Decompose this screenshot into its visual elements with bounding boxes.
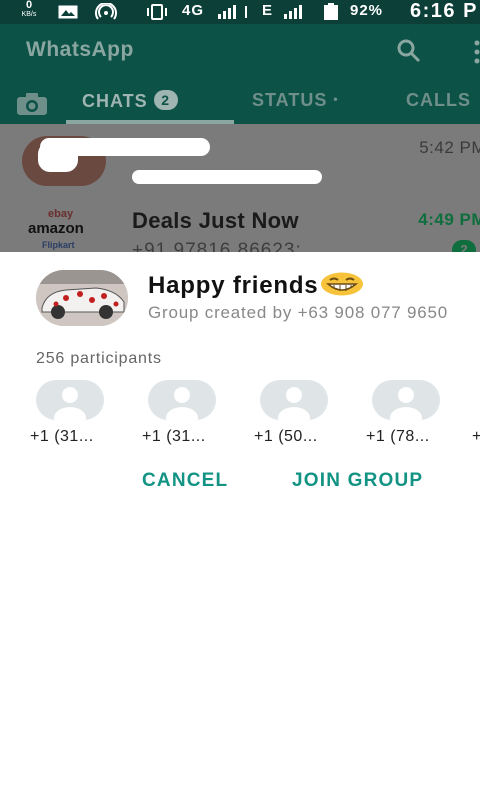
chat-row[interactable]: 5:42 PM bbox=[0, 124, 480, 196]
grinning-face-icon bbox=[321, 272, 364, 296]
network-speed-value: 0 bbox=[25, 0, 33, 11]
deals-logo: ebay amazon Flipkart bbox=[24, 208, 108, 252]
join-group-button[interactable]: JOIN GROUP bbox=[292, 470, 423, 492]
chat-time: 5:42 PM bbox=[419, 138, 480, 157]
logo-line-flipkart: Flipkart bbox=[42, 240, 75, 250]
search-icon[interactable] bbox=[396, 38, 422, 64]
cancel-button[interactable]: CANCEL bbox=[142, 470, 228, 492]
network-speed-unit: KB/s bbox=[21, 11, 37, 18]
logo-line-amazon: amazon bbox=[28, 220, 84, 237]
tab-status[interactable]: STATUS • bbox=[252, 90, 339, 111]
join-group-dialog: Happy friends Group created by +63 908 0… bbox=[0, 252, 480, 800]
car-photo-icon bbox=[36, 270, 128, 326]
participant-count: 256 participants bbox=[36, 350, 162, 367]
battery-percent: 92% bbox=[350, 2, 384, 19]
image-notification-icon bbox=[58, 5, 78, 19]
signal-strength-2-icon bbox=[284, 5, 302, 19]
logo-line-ebay: ebay bbox=[48, 208, 74, 220]
tab-calls-label: CALLS bbox=[406, 90, 471, 110]
participant-number: +1 (50... bbox=[254, 428, 318, 445]
network-speed: 0 KB/s bbox=[14, 0, 44, 19]
participant-number: +1 (78... bbox=[366, 428, 430, 445]
participant-number: +1 (31... bbox=[30, 428, 94, 445]
group-creator: Group created by +63 908 077 9650 bbox=[148, 303, 449, 322]
secondary-network-type: E bbox=[262, 2, 274, 19]
group-name-text: Happy friends bbox=[148, 272, 319, 299]
default-avatar-icon bbox=[36, 380, 104, 420]
chat-name: Deals Just Now bbox=[132, 208, 299, 233]
participant-number-overflow: + bbox=[472, 428, 480, 445]
chats-unread-badge: 2 bbox=[153, 90, 178, 110]
default-avatar-icon bbox=[148, 380, 216, 420]
network-type: 4G bbox=[182, 2, 205, 19]
app-title: WhatsApp bbox=[26, 38, 134, 61]
status-new-dot: • bbox=[333, 92, 339, 106]
separator bbox=[245, 6, 247, 18]
camera-icon[interactable] bbox=[16, 92, 48, 116]
signal-strength-icon bbox=[218, 5, 236, 19]
participant: +1 (31... bbox=[30, 380, 132, 450]
redacted-name bbox=[40, 138, 210, 156]
tab-chats-label: CHATS bbox=[82, 91, 148, 111]
chat-list: 5:42 PM ebay amazon Flipkart Deals Just … bbox=[0, 124, 480, 252]
status-bar: 0 KB/s 4G E 92% 6:16 P bbox=[0, 0, 480, 24]
participant-number: +1 (31... bbox=[142, 428, 206, 445]
participant: +1 (50... bbox=[254, 380, 356, 450]
hotspot-icon bbox=[95, 3, 117, 20]
chat-row[interactable]: ebay amazon Flipkart Deals Just Now 4:49… bbox=[0, 196, 480, 252]
group-photo bbox=[36, 270, 128, 326]
default-avatar-icon bbox=[372, 380, 440, 420]
group-name: Happy friends bbox=[148, 272, 364, 300]
chat-time: 4:49 PM bbox=[418, 210, 480, 229]
tab-chats[interactable]: CHATS 2 bbox=[82, 90, 178, 112]
participant: +1 (31... bbox=[142, 380, 244, 450]
clock: 6:16 P bbox=[410, 0, 478, 22]
battery-icon bbox=[324, 3, 338, 20]
app-bar: WhatsApp CHATS 2 STATUS • CALLS bbox=[0, 24, 480, 124]
default-avatar-icon bbox=[260, 380, 328, 420]
vibrate-icon bbox=[147, 4, 167, 20]
chat-preview: +91 97816 86623: bbox=[132, 240, 302, 252]
participant: +1 (78... bbox=[366, 380, 468, 450]
tab-status-label: STATUS bbox=[252, 90, 328, 110]
tab-bar: CHATS 2 STATUS • CALLS bbox=[0, 82, 480, 124]
unread-count-badge: 2 bbox=[452, 240, 476, 252]
more-vert-icon[interactable] bbox=[470, 40, 480, 64]
redacted-preview bbox=[132, 170, 322, 184]
tab-calls[interactable]: CALLS bbox=[406, 90, 471, 111]
